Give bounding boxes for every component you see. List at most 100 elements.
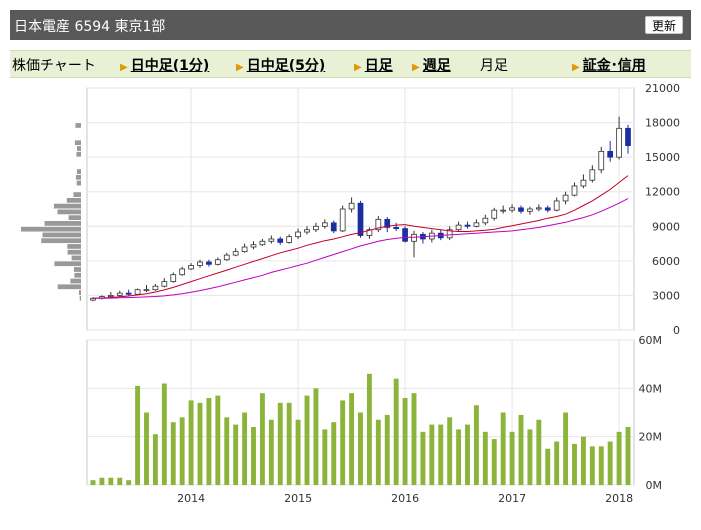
- volume-bar: [598, 446, 604, 485]
- volume-profile-bar: [76, 169, 81, 174]
- volume-bar: [197, 402, 203, 485]
- candle-body: [277, 238, 284, 243]
- tab-weekly[interactable]: ▶ 週足: [412, 55, 451, 75]
- price-tick-label: 3000: [652, 289, 680, 302]
- candle-body: [170, 274, 177, 283]
- volume-bar: [456, 429, 462, 485]
- candle-body: [313, 225, 319, 231]
- candle-body: [625, 127, 631, 147]
- candle-body: [464, 224, 471, 227]
- candle-body: [402, 228, 408, 242]
- x-tick-label: 2016: [391, 492, 419, 505]
- candle-body: [500, 209, 507, 212]
- volume-tick-label: 20M: [639, 431, 663, 444]
- price-chart: 0 3000 6000 9000 12000 15000 18000 21000 0M 20M 40…: [21, 82, 680, 505]
- candle-body: [161, 281, 168, 287]
- candle-body: [206, 261, 212, 265]
- candle-body: [339, 208, 346, 232]
- candle-body: [134, 289, 141, 295]
- volume-bar: [144, 412, 149, 485]
- refresh-button[interactable]: 更新: [644, 16, 683, 34]
- tab-intraday-1min-label: 日中足(1分): [130, 58, 210, 74]
- candle-body: [553, 200, 560, 211]
- volume-bar: [331, 422, 337, 485]
- price-tick-label: 21000: [645, 82, 680, 95]
- volume-bar: [509, 431, 515, 485]
- volume-bar: [384, 414, 390, 485]
- price-tick-label: 15000: [645, 151, 680, 164]
- volume-profile-bar: [73, 192, 81, 197]
- volume-bar: [179, 417, 185, 485]
- candle-body: [393, 227, 400, 229]
- candle-body: [348, 202, 355, 210]
- volume-profile-bar: [73, 267, 81, 272]
- volume-bar: [251, 427, 256, 485]
- volume-profile: [21, 123, 81, 301]
- volume-bar: [170, 422, 176, 485]
- volume-profile-bar: [54, 261, 81, 267]
- volume-bar: [268, 419, 274, 485]
- volume-profile-bar: [44, 221, 81, 226]
- volume-profile-bar: [57, 284, 81, 290]
- volume-bar: [554, 441, 560, 485]
- tab-intraday-1min[interactable]: ▶ 日中足(1分): [120, 55, 209, 75]
- volume-profile-bar: [75, 123, 81, 128]
- price-tick-label: 12000: [645, 186, 680, 199]
- volume-profile-bar: [67, 249, 81, 255]
- volume-bar: [340, 400, 346, 485]
- volume-bar: [152, 434, 158, 485]
- volume-bar: [259, 393, 265, 485]
- volume-bar: [349, 393, 355, 485]
- candle-body: [491, 209, 498, 219]
- volume-bar: [233, 424, 239, 485]
- candle-body: [544, 207, 551, 211]
- volume-bar: [563, 412, 569, 485]
- volume-profile-bar: [71, 255, 81, 261]
- chart-type-label: 株価チャート: [12, 58, 96, 74]
- candle-body: [411, 233, 417, 242]
- stock-title: 日本電産 6594 東京1部: [14, 19, 166, 35]
- volume-bar: [465, 424, 470, 485]
- volume-bar: [375, 419, 381, 485]
- arrow-right-icon: ▶: [412, 62, 420, 73]
- x-tick-label: 2018: [605, 492, 633, 505]
- volume-bar: [215, 395, 221, 485]
- candle-body: [286, 236, 293, 243]
- volume-bar: [473, 405, 479, 485]
- volume-profile-bar: [76, 151, 81, 157]
- candle-body: [250, 244, 257, 248]
- volume-profile-bar: [70, 278, 81, 284]
- candle-body: [179, 268, 186, 276]
- price-tick-label: 9000: [652, 220, 680, 233]
- candle-body: [116, 292, 123, 296]
- volume-bar: [491, 439, 497, 485]
- candle-body: [580, 179, 587, 187]
- candle-body: [321, 222, 328, 227]
- arrow-right-icon: ▶: [354, 62, 362, 73]
- tab-daily[interactable]: ▶ 日足: [354, 55, 393, 75]
- volume-profile-bar: [74, 272, 81, 278]
- volume-profile-bar: [75, 174, 81, 180]
- volume-bar: [135, 385, 141, 485]
- volume-bar: [358, 412, 363, 485]
- volume-bar: [429, 424, 435, 485]
- candle-body: [518, 207, 524, 212]
- volume-bar: [589, 446, 595, 485]
- volume-bar: [518, 414, 524, 485]
- tab-intraday-5min[interactable]: ▶ 日中足(5分): [236, 55, 325, 75]
- volume-bar: [188, 400, 194, 485]
- candle-body: [455, 224, 462, 231]
- tab-margin[interactable]: ▶ 証金･信用: [572, 55, 646, 75]
- volume-bar: [126, 480, 132, 485]
- candle-body: [509, 207, 515, 211]
- candle-body: [571, 185, 578, 196]
- tab-intraday-5min-label: 日中足(5分): [246, 58, 326, 74]
- candle-body: [357, 202, 364, 236]
- volume-bar: [277, 402, 283, 485]
- candle-body: [125, 292, 132, 295]
- volume-bar: [616, 431, 622, 485]
- volume-bar: [447, 417, 453, 485]
- volume-bar: [206, 398, 212, 485]
- tab-margin-label: 証金･信用: [582, 58, 646, 74]
- tab-monthly-current: 月足: [480, 58, 508, 74]
